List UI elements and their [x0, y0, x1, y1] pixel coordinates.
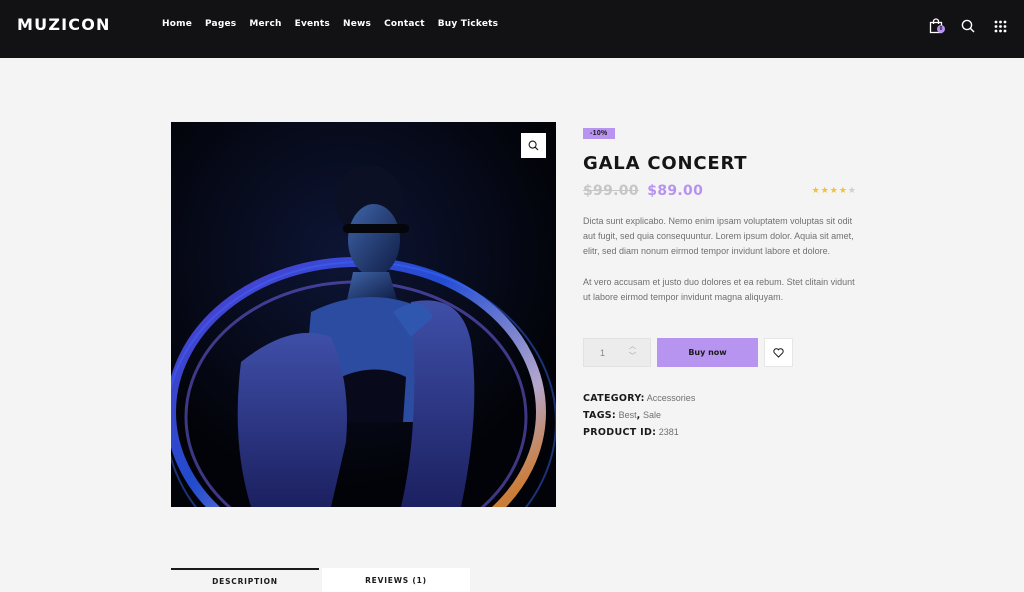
nav-item-home[interactable]: Home — [162, 19, 192, 29]
grid-menu-icon — [994, 20, 1006, 32]
meta-tags: TAGS: Best, Sale — [583, 407, 695, 424]
product-summary: -10% GALA CONCERT $99.00 $89.00 ★★★★★ Di… — [583, 122, 863, 438]
tab-description[interactable]: DESCRIPTION — [171, 568, 319, 592]
nav-item-news[interactable]: News — [343, 19, 371, 29]
quantity-increase-icon[interactable]: ︿ — [629, 343, 636, 351]
meta-category: CATEGORY: Accessories — [583, 390, 695, 407]
nav-item-events[interactable]: Events — [295, 19, 330, 29]
tag-separator: , — [636, 410, 641, 421]
product-title: GALA CONCERT — [583, 153, 748, 174]
product-meta: CATEGORY: Accessories TAGS: Best, Sale P… — [583, 390, 695, 441]
search-icon — [961, 19, 975, 33]
star-icon: ★ — [847, 185, 857, 195]
old-price: $99.00 — [583, 183, 639, 199]
star-icon: ★ — [838, 185, 848, 195]
quantity-arrows: ︿ ﹀ — [629, 343, 636, 361]
heart-icon — [773, 347, 784, 358]
sale-badge: -10% — [583, 128, 615, 139]
nav-item-pages[interactable]: Pages — [205, 19, 236, 29]
header-icons: 0 — [918, 16, 1014, 36]
wishlist-button[interactable] — [764, 338, 793, 367]
star-icon: ★ — [820, 185, 830, 195]
sale-price: $89.00 — [647, 183, 704, 199]
buy-now-button[interactable]: Buy now — [657, 338, 758, 367]
main-nav: Home Pages Merch Events News Contact Buy… — [162, 19, 511, 29]
site-logo[interactable]: MUZICON — [17, 15, 111, 34]
product-tabs: DESCRIPTION REVIEWS (1) — [171, 568, 470, 592]
tab-reviews[interactable]: REVIEWS (1) — [322, 568, 470, 592]
product-image — [171, 122, 556, 507]
site-header: MUZICON Home Pages Merch Events News Con… — [0, 0, 1024, 58]
search-button[interactable] — [954, 16, 982, 36]
add-to-cart-row: 1 ︿ ﹀ Buy now — [583, 338, 793, 367]
nav-item-merch[interactable]: Merch — [249, 19, 281, 29]
category-label: CATEGORY: — [583, 393, 645, 404]
rating-stars[interactable]: ★★★★★ — [812, 185, 857, 196]
product-id-label: PRODUCT ID: — [583, 427, 657, 438]
product-description-secondary: At vero accusam et justo duo dolores et … — [583, 277, 855, 302]
zoom-icon — [528, 140, 539, 151]
price-row: $99.00 $89.00 ★★★★★ — [583, 182, 863, 202]
star-icon: ★ — [829, 185, 839, 195]
tags-label: TAGS: — [583, 410, 617, 421]
star-icon: ★ — [811, 185, 821, 195]
tag-link-best[interactable]: Best — [619, 410, 637, 420]
product-gallery — [171, 122, 556, 507]
cart-count-badge: 0 — [937, 25, 945, 33]
quantity-stepper[interactable]: 1 ︿ ﹀ — [583, 338, 651, 367]
category-link[interactable]: Accessories — [647, 393, 696, 403]
tag-link-sale[interactable]: Sale — [643, 410, 661, 420]
nav-item-buy-tickets[interactable]: Buy Tickets — [438, 19, 499, 29]
product-description: Dicta sunt explicabo. Nemo enim ipsam vo… — [583, 216, 854, 256]
nav-item-contact[interactable]: Contact — [384, 19, 425, 29]
zoom-button[interactable] — [521, 133, 546, 158]
meta-product-id: PRODUCT ID: 2381 — [583, 424, 695, 441]
cart-button[interactable]: 0 — [922, 16, 950, 36]
quantity-value[interactable]: 1 — [600, 348, 605, 358]
quantity-decrease-icon[interactable]: ﹀ — [629, 353, 636, 361]
menu-button[interactable] — [986, 16, 1014, 36]
product-id-value: 2381 — [658, 427, 679, 437]
